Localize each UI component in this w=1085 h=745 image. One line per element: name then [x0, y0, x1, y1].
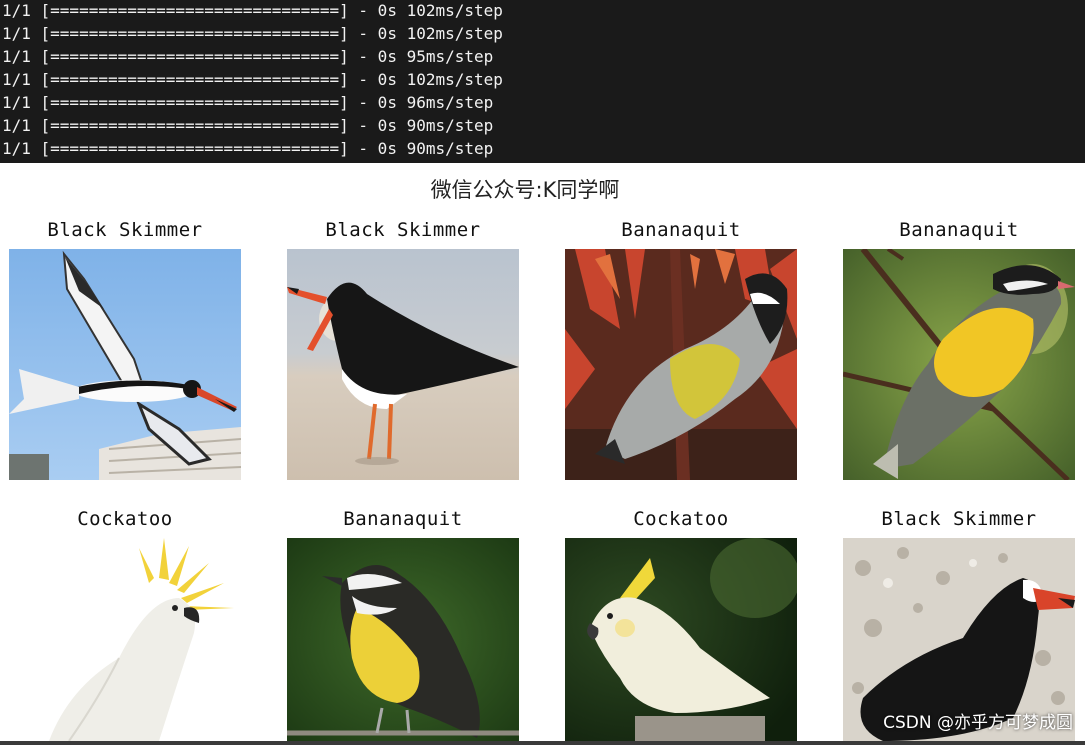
bird-photo-black-skimmer-standing — [287, 249, 519, 480]
cell-title: Cockatoo — [77, 508, 173, 530]
terminal-line: 1/1 [==============================] - 0… — [2, 116, 494, 135]
cell-title: Black Skimmer — [325, 219, 481, 241]
terminal-line: 1/1 [==============================] - 0… — [2, 93, 494, 112]
bird-photo-bananaquit-dark — [287, 538, 519, 741]
cell-title: Bananaquit — [899, 219, 1019, 241]
bird-photo-bananaquit-branch — [843, 249, 1075, 480]
figure-suptitle: 微信公众号:K同学啊 — [430, 178, 620, 202]
terminal-line: 1/1 [==============================] - 0… — [2, 1, 503, 20]
cell-title: Bananaquit — [621, 219, 741, 241]
bird-photo-cockatoo-white — [9, 538, 241, 741]
terminal-line: 1/1 [==============================] - 0… — [2, 24, 503, 43]
cell-title: Cockatoo — [633, 508, 729, 530]
terminal-output: 1/1 [==============================] - 0… — [0, 0, 1085, 163]
bird-photo-cockatoo-perched — [565, 538, 797, 741]
terminal-line: 1/1 [==============================] - 0… — [2, 70, 503, 89]
bottom-scrollbar-strip — [0, 741, 1085, 745]
cell-title: Bananaquit — [343, 508, 463, 530]
bird-photo-black-skimmer-flying — [9, 249, 241, 480]
bird-photo-bananaquit-red-flowers — [565, 249, 797, 480]
cell-title: Black Skimmer — [47, 219, 203, 241]
csdn-watermark: CSDN @亦乎方可梦成圆 — [883, 713, 1073, 733]
cell-title: Black Skimmer — [881, 508, 1037, 530]
terminal-line: 1/1 [==============================] - 0… — [2, 139, 494, 158]
prediction-figure: 微信公众号:K同学啊 Black Skimmer Black Skimmer B… — [0, 163, 1085, 741]
terminal-line: 1/1 [==============================] - 0… — [2, 47, 494, 66]
